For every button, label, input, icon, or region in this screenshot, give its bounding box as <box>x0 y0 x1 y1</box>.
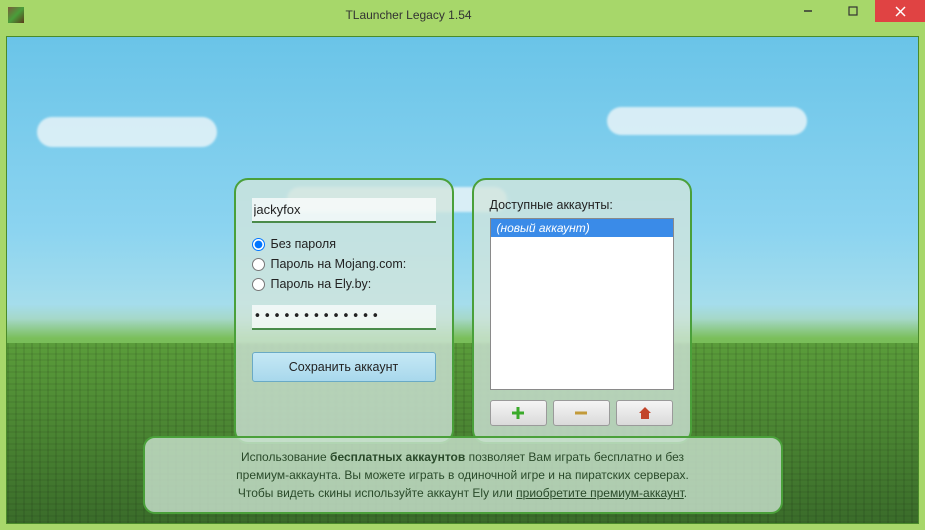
login-panel: Без пароля Пароль на Mojang.com: Пароль … <box>234 178 454 444</box>
close-button[interactable] <box>875 0 925 22</box>
username-input[interactable] <box>252 198 436 223</box>
titlebar: TLauncher Legacy 1.54 <box>0 0 925 30</box>
home-button[interactable] <box>616 400 673 426</box>
save-account-button[interactable]: Сохранить аккаунт <box>252 352 436 382</box>
minus-icon <box>574 406 588 420</box>
radio-ely-input[interactable] <box>252 278 265 291</box>
premium-link[interactable]: приобретите премиум-аккаунт <box>516 486 684 500</box>
radio-no-password-input[interactable] <box>252 238 265 251</box>
radio-no-password[interactable]: Без пароля <box>252 237 436 251</box>
remove-account-button[interactable] <box>553 400 610 426</box>
radio-mojang-input[interactable] <box>252 258 265 271</box>
content-area: Без пароля Пароль на Mojang.com: Пароль … <box>0 30 925 530</box>
list-item[interactable]: (новый аккаунт) <box>491 219 673 237</box>
home-icon <box>638 406 652 420</box>
plus-icon <box>511 406 525 420</box>
radio-ely[interactable]: Пароль на Ely.by: <box>252 277 436 291</box>
accounts-list[interactable]: (новый аккаунт) <box>490 218 674 390</box>
minimize-button[interactable] <box>785 0 830 22</box>
accounts-panel: Доступные аккаунты: (новый аккаунт) <box>472 178 692 444</box>
radio-no-password-label: Без пароля <box>271 237 337 251</box>
window-title: TLauncher Legacy 1.54 <box>32 8 785 22</box>
password-input[interactable] <box>252 305 436 330</box>
maximize-button[interactable] <box>830 0 875 22</box>
info-footer: Использование бесплатных аккаунтов позво… <box>143 436 783 514</box>
radio-ely-label: Пароль на Ely.by: <box>271 277 372 291</box>
radio-mojang[interactable]: Пароль на Mojang.com: <box>252 257 436 271</box>
add-account-button[interactable] <box>490 400 547 426</box>
radio-mojang-label: Пароль на Mojang.com: <box>271 257 407 271</box>
accounts-title: Доступные аккаунты: <box>490 198 674 212</box>
app-icon <box>8 7 24 23</box>
